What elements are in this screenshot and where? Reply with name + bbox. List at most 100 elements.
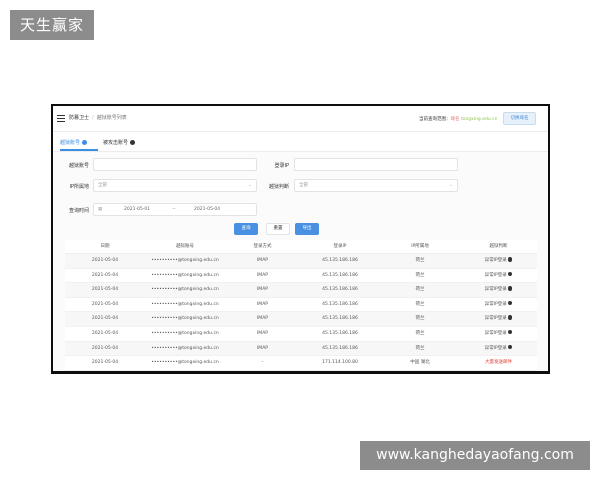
reset-button[interactable]: 重置 — [266, 223, 290, 235]
account-cell: ••••••••••@tongxing.edu.cn — [151, 287, 219, 293]
breadcrumb-root[interactable]: 防篡卫士 — [69, 115, 89, 121]
geo-cell: 中国 湖北 — [410, 360, 430, 366]
date-start[interactable]: 2021-05-01 — [124, 204, 150, 215]
ip-cell: 45.135.186.186 — [322, 330, 358, 336]
date-cell: 2021-05-04 — [91, 272, 119, 278]
info-icon[interactable] — [507, 286, 513, 291]
query-button[interactable]: 查询 — [234, 223, 258, 235]
export-button[interactable]: 导出 — [295, 223, 319, 235]
column-header[interactable]: IP所属地 — [380, 240, 460, 253]
watermark-top-left: 天生赢家 — [10, 10, 95, 40]
date-cell: 2021-05-04 — [91, 330, 119, 336]
breadcrumb: 防篡卫士 / 越狱账号列表 — [69, 114, 127, 121]
info-icon — [130, 139, 136, 145]
date-range-picker[interactable]: ▦ 2021-05-01 ~ 2021-05-04 — [93, 203, 257, 216]
column-header[interactable]: 登录方式 — [225, 240, 300, 253]
account-cell: ••••••••••@tongxing.edu.cn — [151, 330, 219, 336]
info-icon[interactable] — [507, 300, 513, 306]
mode-cell: IMAP — [256, 301, 268, 307]
info-icon[interactable] — [507, 257, 513, 262]
date-cell: 2021-05-04 — [91, 360, 119, 366]
info-icon — [82, 139, 88, 145]
table-row[interactable]: 2021-05-04 ••••••••••@tongxing.edu.cn IMAP… — [65, 283, 537, 298]
ip-region-select[interactable]: 全部 ⌄ — [93, 179, 257, 192]
result-cell: 异常IP登录 — [460, 312, 537, 326]
info-icon[interactable] — [507, 329, 513, 335]
result-text: 异常IP登录 — [484, 287, 507, 293]
info-icon[interactable] — [507, 315, 513, 320]
date-separator: ~ — [172, 207, 176, 212]
account-cell: ••••••••••@tongxing.edu.cn — [151, 345, 219, 351]
tab-label: 越狱账号 — [60, 140, 81, 146]
switch-domain-button[interactable]: 切换域名 — [503, 112, 536, 125]
query-scope: 当前查询范围：域名 tongxing.edu.cn — [419, 116, 497, 122]
geo-cell: 荷兰 — [415, 287, 425, 293]
result-cell: 异常IP登录 — [460, 327, 537, 341]
table-row[interactable]: 2021-05-04 ••••••••••@tongxing.edu.cn IMAP… — [65, 312, 537, 327]
result-cell: 大量发送邮件 — [460, 356, 537, 370]
ip-cell: 45.135.186.186 — [322, 345, 358, 351]
login-ip-input[interactable] — [294, 158, 458, 171]
account-cell: ••••••••••@tongxing.edu.cn — [151, 272, 219, 278]
geo-cell: 荷兰 — [415, 301, 425, 307]
geo-cell: 荷兰 — [415, 258, 425, 263]
judge-select[interactable]: 全部 ⌄ — [294, 179, 458, 192]
date-end[interactable]: 2021-05-04 — [194, 204, 220, 215]
ip-region-label: IP所属地 — [69, 184, 90, 190]
result-cell: 异常IP登录 — [460, 269, 537, 283]
column-header[interactable]: 越狱账号 — [145, 240, 225, 253]
table-row[interactable]: 2021-05-04 ••••••••••@tongxing.edu.cn IMAP… — [65, 341, 537, 357]
mode-cell: IMAP — [256, 345, 268, 351]
mode-cell: IMAP — [256, 316, 268, 322]
account-cell: ••••••••••@tongxing.edu.cn — [151, 360, 219, 366]
results-table: 日期 越狱账号 登录方式 登录IP IP所属地 越狱判断 2021-05-04 •… — [65, 240, 537, 371]
mode-cell: IMAP — [256, 258, 268, 263]
table-row[interactable]: 2021-05-04 ••••••••••@tongxing.edu.cn IMAP… — [65, 268, 537, 284]
judge-value: 全部 — [299, 183, 308, 188]
geo-cell: 荷兰 — [415, 316, 425, 322]
column-header[interactable]: 日期 — [65, 240, 145, 253]
info-icon[interactable] — [507, 271, 513, 277]
table-row[interactable]: 2021-05-04 ••••••••••@tongxing.edu.cn – 171… — [65, 356, 537, 371]
date-cell: 2021-05-04 — [91, 258, 119, 263]
result-text: 异常IP登录 — [484, 345, 507, 351]
mode-cell: – — [261, 360, 264, 366]
ip-cell: 45.135.186.186 — [322, 258, 358, 263]
account-cell: ••••••••••@tongxing.edu.cn — [151, 316, 219, 322]
login-ip-label: 登录IP — [274, 163, 290, 169]
tab-jailbreak-accounts[interactable]: 越狱账号 — [60, 139, 99, 151]
result-text: 异常IP登录 — [484, 272, 507, 278]
tab-label: 被攻击账号 — [103, 140, 129, 146]
tab-attacked-accounts[interactable]: 被攻击账号 — [103, 139, 136, 146]
time-label: 查询时间 — [68, 208, 89, 214]
ip-cell: 45.135.186.186 — [322, 301, 358, 307]
hamburger-icon[interactable] — [57, 115, 65, 122]
date-cell: 2021-05-04 — [91, 345, 119, 351]
table-row[interactable]: 2021-05-04 ••••••••••@tongxing.edu.cn IMAP… — [65, 254, 537, 269]
info-icon[interactable] — [507, 344, 513, 350]
chevron-down-icon: ⌄ — [448, 182, 453, 188]
mode-cell: IMAP — [256, 272, 268, 278]
column-header[interactable]: 越狱判断 — [460, 240, 537, 253]
result-text: 大量发送邮件 — [485, 360, 512, 366]
result-text: 异常IP登录 — [484, 316, 507, 322]
page: 防篡卫士 / 越狱账号列表 当前查询范围：域名 tongxing.edu.cn 切换… — [0, 0, 600, 480]
ip-cell: 45.135.186.186 — [322, 272, 358, 278]
ip-cell: 45.135.186.186 — [322, 287, 358, 293]
geo-cell: 荷兰 — [415, 345, 425, 351]
table-row[interactable]: 2021-05-04 ••••••••••@tongxing.edu.cn IMAP… — [65, 326, 537, 342]
judge-label: 越狱判断 — [268, 184, 289, 190]
column-header[interactable]: 登录IP — [300, 240, 380, 253]
breadcrumb-separator: / — [92, 115, 94, 121]
account-input[interactable] — [93, 158, 257, 171]
result-cell: 异常IP登录 — [460, 283, 537, 297]
scope-domain: tongxing.edu.cn — [460, 117, 498, 122]
chevron-down-icon: ⌄ — [247, 182, 252, 188]
top-bar: 防篡卫士 / 越狱账号列表 当前查询范围：域名 tongxing.edu.cn 切换… — [53, 106, 548, 132]
geo-cell: 荷兰 — [415, 330, 425, 336]
mode-cell: IMAP — [256, 330, 268, 336]
scope-value: 域名 — [450, 117, 460, 122]
result-text: 异常IP登录 — [484, 301, 507, 307]
table-header: 日期 越狱账号 登录方式 登录IP IP所属地 越狱判断 — [65, 240, 537, 254]
table-row[interactable]: 2021-05-04 ••••••••••@tongxing.edu.cn IMAP… — [65, 297, 537, 313]
